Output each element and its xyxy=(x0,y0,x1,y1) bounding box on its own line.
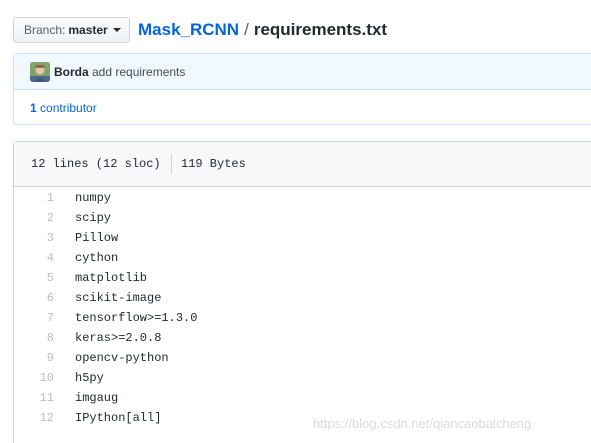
code-line-text: scikit-image xyxy=(75,291,162,305)
file-code-table: 1 numpy 2 scipy 3 Pillow 4 cython 5 matplotlib 6 sc… xyxy=(14,188,591,428)
file-size: 119 Bytes xyxy=(181,157,246,171)
code-line-text: tensorflow>=1.3.0 xyxy=(75,311,198,325)
file-box: 12 lines (12 sloc) 119 Bytes 1 numpy 2 scip… xyxy=(13,141,591,443)
code-line-text: scipy xyxy=(75,211,112,225)
line-number[interactable]: 6 xyxy=(14,288,54,308)
breadcrumb-file-name: requirements.txt xyxy=(253,20,388,39)
code-line-row: 6 scikit-image xyxy=(14,288,591,308)
code-line-row: 5 matplotlib xyxy=(14,268,591,288)
code-line-row: 4 cython xyxy=(14,248,591,268)
code-line-row: 2 scipy xyxy=(14,208,591,228)
caret-down-icon xyxy=(112,27,121,32)
breadcrumb: Mask_RCNN / requirements.txt xyxy=(138,19,387,41)
breadcrumb-separator: / xyxy=(244,20,249,39)
contributors-count: 1 xyxy=(30,101,37,115)
line-number[interactable]: 5 xyxy=(14,268,54,288)
avatar[interactable] xyxy=(30,62,50,82)
code-line-text: h5py xyxy=(75,371,104,385)
code-line-text: opencv-python xyxy=(75,351,169,365)
line-number[interactable]: 10 xyxy=(14,368,54,388)
line-number[interactable]: 4 xyxy=(14,248,54,268)
contributors-link[interactable]: 1 contributor xyxy=(30,100,97,116)
branch-prefix-label: Branch: xyxy=(24,23,66,37)
commit-message-link[interactable]: add requirements xyxy=(92,64,185,80)
code-line-text: numpy xyxy=(75,191,112,205)
file-info-divider xyxy=(171,154,172,174)
file-line-count: 12 lines (12 sloc) xyxy=(31,157,161,171)
branch-name: master xyxy=(68,23,108,37)
commit-tease: Borda add requirements 1 contributor xyxy=(13,53,591,125)
file-view-page: Branch: master Mask_RCNN / requirements.txt… xyxy=(0,0,591,443)
code-line-text: cython xyxy=(75,251,119,265)
code-line-row: 3 Pillow xyxy=(14,228,591,248)
watermark-text: https://blog.csdn.net/qiancaobaicheng xyxy=(313,416,532,431)
line-number[interactable]: 1 xyxy=(14,188,54,208)
code-line-row: 1 numpy xyxy=(14,188,591,208)
line-number[interactable]: 9 xyxy=(14,348,54,368)
code-line-row: 8 keras>=2.0.8 xyxy=(14,328,591,348)
code-line-text: keras>=2.0.8 xyxy=(75,331,162,345)
line-number[interactable]: 3 xyxy=(14,228,54,248)
commit-author-link[interactable]: Borda xyxy=(54,64,89,80)
line-number[interactable]: 2 xyxy=(14,208,54,228)
code-line-text: IPython[all] xyxy=(75,411,162,425)
code-line-row: 10 h5py xyxy=(14,368,591,388)
contributors-label: contributor xyxy=(40,101,97,115)
code-line-text: Pillow xyxy=(75,231,119,245)
file-info-header: 12 lines (12 sloc) 119 Bytes xyxy=(14,142,591,187)
code-line-row: 11 imgaug xyxy=(14,388,591,408)
code-line-row: 7 tensorflow>=1.3.0 xyxy=(14,308,591,328)
code-line-row: 9 opencv-python xyxy=(14,348,591,368)
code-line-text: matplotlib xyxy=(75,271,148,285)
breadcrumb-repo-link[interactable]: Mask_RCNN xyxy=(138,20,239,39)
commit-summary: Borda add requirements xyxy=(14,54,591,90)
line-number[interactable]: 11 xyxy=(14,388,54,408)
code-line-text: imgaug xyxy=(75,391,119,405)
line-number[interactable]: 7 xyxy=(14,308,54,328)
line-number[interactable]: 12 xyxy=(14,408,54,428)
line-number[interactable]: 8 xyxy=(14,328,54,348)
branch-select-button[interactable]: Branch: master xyxy=(13,17,130,43)
avatar-image-icon xyxy=(30,62,50,82)
